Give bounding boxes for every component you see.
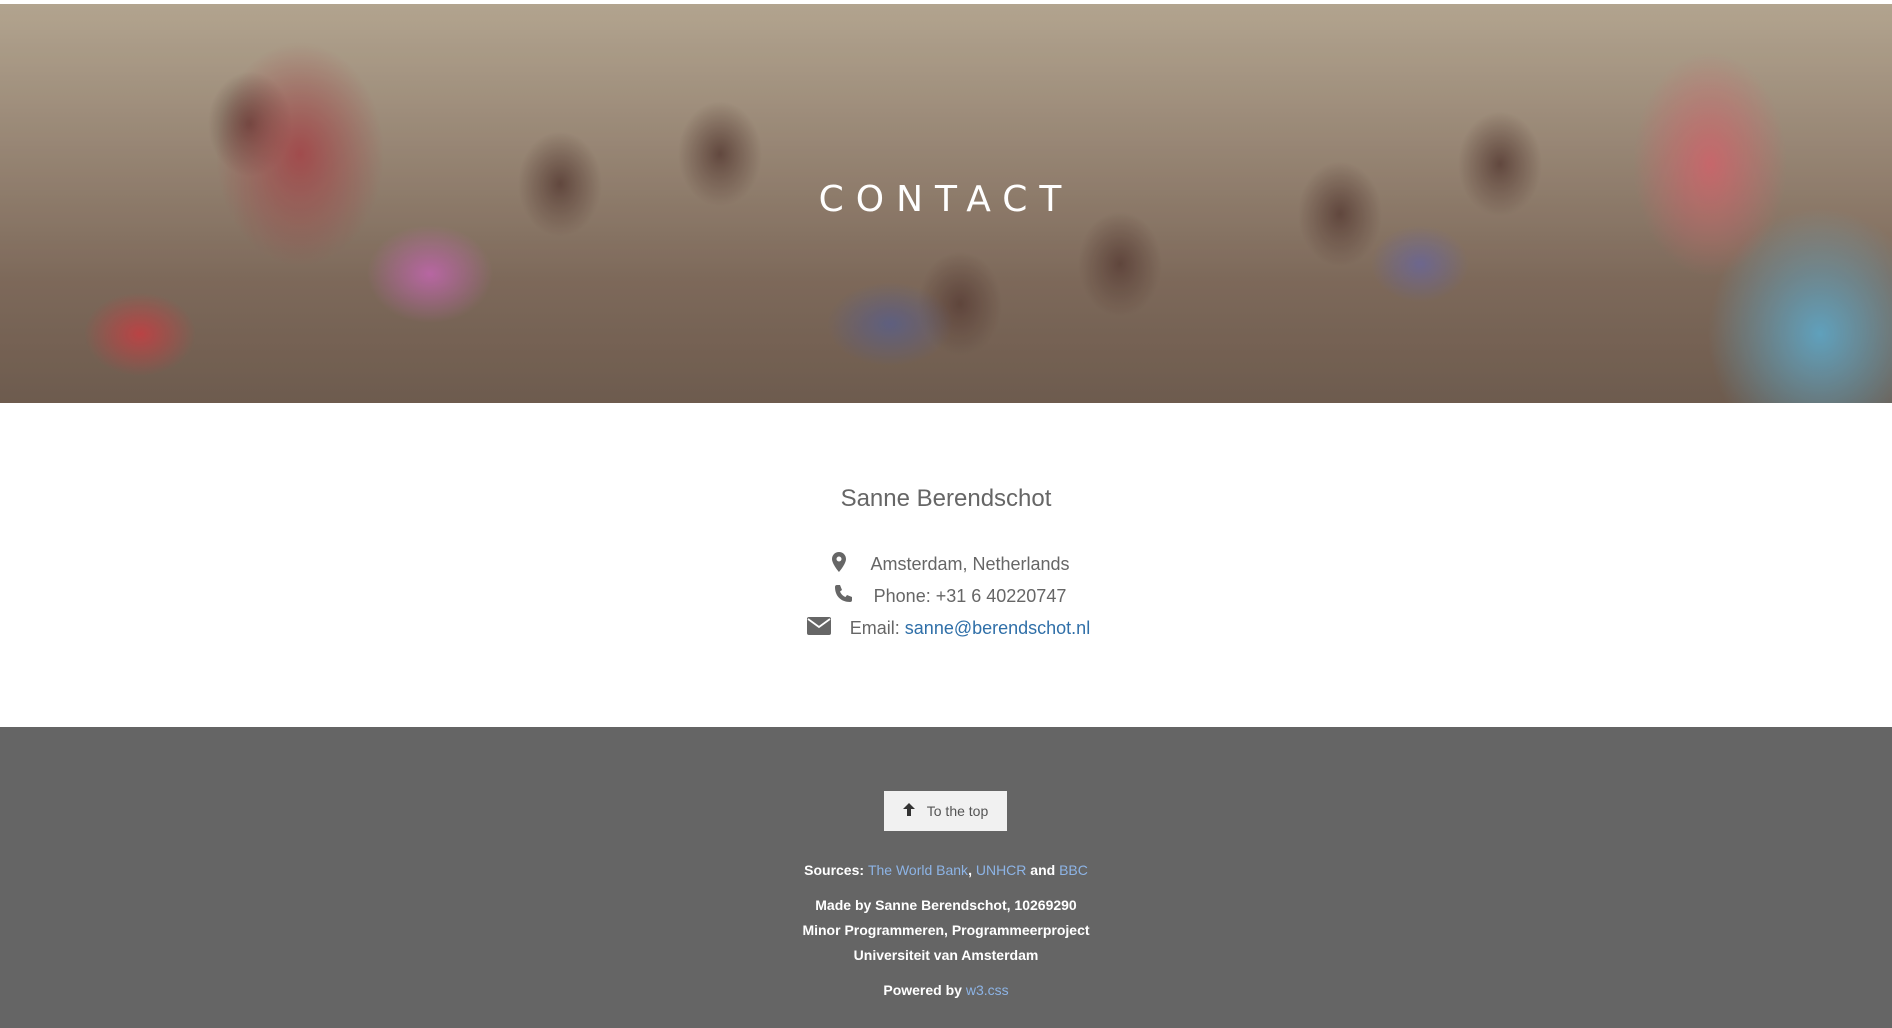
- sources-separator: ,: [968, 862, 972, 878]
- phone-text: Phone: +31 6 40220747: [873, 585, 1067, 606]
- footer: To the top Sources: The World Bank, UNHC…: [0, 727, 1892, 1028]
- phone-icon: [826, 584, 860, 609]
- powered-label: Powered by: [883, 982, 962, 998]
- envelope-icon: [802, 616, 836, 640]
- email-row: Email: sanne@berendschot.nl: [0, 613, 1892, 643]
- map-marker-icon: [822, 551, 856, 577]
- location-row: Amsterdam, Netherlands: [0, 549, 1892, 579]
- sources-and: and: [1030, 862, 1056, 878]
- hero-banner: CONTACT: [0, 4, 1892, 403]
- university-text: Universiteit van Amsterdam: [853, 947, 1039, 963]
- location-text: Amsterdam, Netherlands: [870, 553, 1070, 574]
- source-world-bank-link[interactable]: The World Bank: [868, 862, 968, 878]
- contact-name: Sanne Berendschot: [840, 485, 1052, 512]
- page-title: CONTACT: [818, 179, 1074, 220]
- email-link[interactable]: sanne@berendschot.nl: [905, 618, 1090, 639]
- to-the-top-label: To the top: [926, 803, 989, 819]
- source-unhcr-link[interactable]: UNHCR: [976, 862, 1027, 878]
- source-bbc-link[interactable]: BBC: [1059, 862, 1088, 878]
- arrow-up-icon: [902, 803, 915, 819]
- phone-row: Phone: +31 6 40220747: [0, 581, 1892, 611]
- minor-text: Minor Programmeren, Programmeerproject: [802, 922, 1090, 938]
- contact-section: Sanne Berendschot Amsterdam, Netherlands…: [0, 403, 1892, 727]
- sources-label: Sources:: [804, 862, 865, 878]
- sources-line: Sources: The World Bank, UNHCR and BBC: [0, 862, 1892, 878]
- powered-by-line: Powered by w3.css: [0, 982, 1892, 998]
- w3css-link[interactable]: w3.css: [966, 982, 1009, 998]
- made-by-text: Made by Sanne Berendschot, 10269290: [815, 897, 1077, 913]
- to-the-top-button[interactable]: To the top: [884, 791, 1007, 831]
- email-label: Email:: [849, 617, 900, 638]
